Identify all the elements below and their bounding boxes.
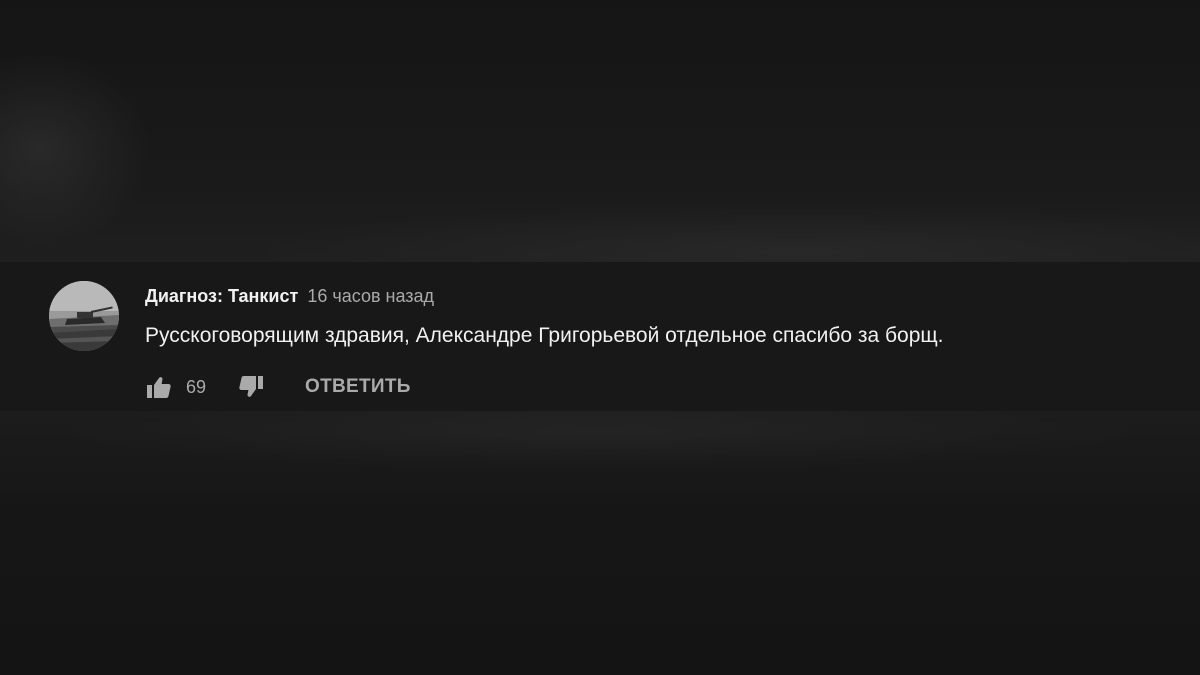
- comment-header: Диагноз: Танкист 16 часов назад: [145, 285, 434, 307]
- tank-photo-avatar: [49, 281, 119, 351]
- comment-actions: 69 ОТВЕТИТЬ: [145, 372, 545, 402]
- thumbs-down-icon: [239, 376, 263, 397]
- comment-thread: Диагноз: Танкист 16 часов назад Русского…: [0, 262, 1200, 411]
- like-count: 69: [186, 377, 207, 397]
- author-avatar[interactable]: [49, 281, 119, 351]
- video-backdrop-bottom: [0, 411, 1200, 675]
- video-backdrop-top: [0, 0, 1200, 262]
- reply-button[interactable]: ОТВЕТИТЬ: [305, 376, 411, 398]
- comment-time[interactable]: 16 часов назад: [307, 286, 434, 306]
- author-name[interactable]: Диагноз: Танкист: [145, 286, 298, 306]
- comment-text: Русскоговорящим здравия, Александре Григ…: [145, 324, 944, 347]
- like-button[interactable]: [145, 373, 173, 401]
- dislike-button[interactable]: [237, 373, 265, 401]
- thumbs-up-icon: [147, 377, 171, 398]
